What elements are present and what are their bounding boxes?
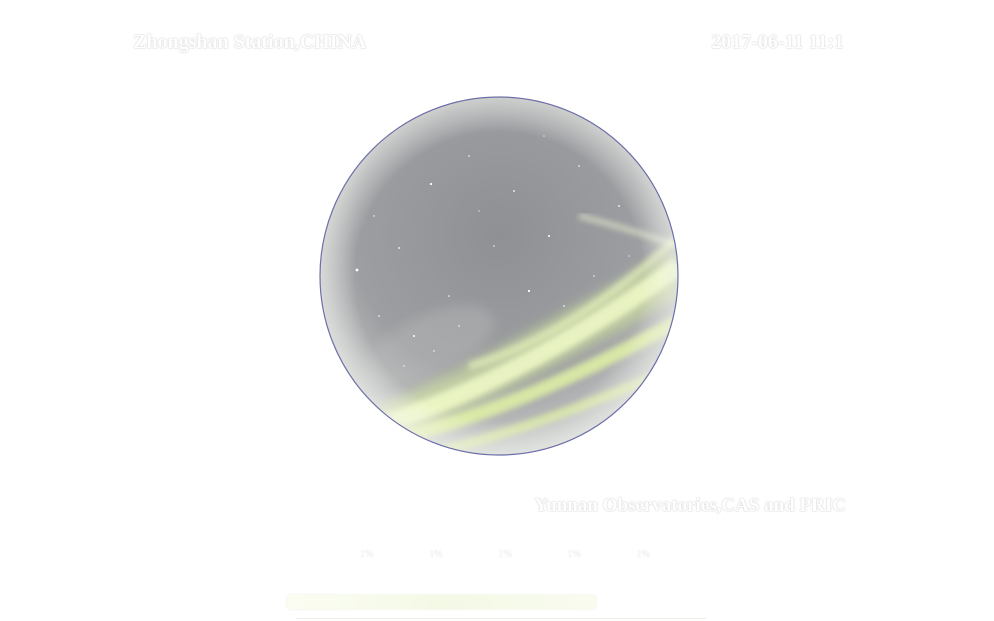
scale-tick: 1% <box>360 549 374 560</box>
timestamp: 2017-06-11 11:1 <box>711 31 844 53</box>
scale-tick: 1% <box>498 549 512 560</box>
scale-tick: 1% <box>429 549 443 560</box>
divider-line <box>296 618 706 619</box>
credit-text: Yunnan Observatories,CAS and PRIC <box>534 495 846 516</box>
scale-labels: 1% 1% 1% 1% 1% <box>360 549 650 563</box>
allsky-image <box>319 96 679 456</box>
scale-tick: 1% <box>636 549 650 560</box>
scale-tick: 1% <box>567 549 581 560</box>
allsky-image-canvas <box>319 96 679 456</box>
intensity-colorbar <box>287 595 596 609</box>
station-name: Zhongshan Station,CHINA <box>133 31 367 53</box>
allsky-frame: Zhongshan Station,CHINA 2017-06-11 11:1 <box>0 0 994 621</box>
